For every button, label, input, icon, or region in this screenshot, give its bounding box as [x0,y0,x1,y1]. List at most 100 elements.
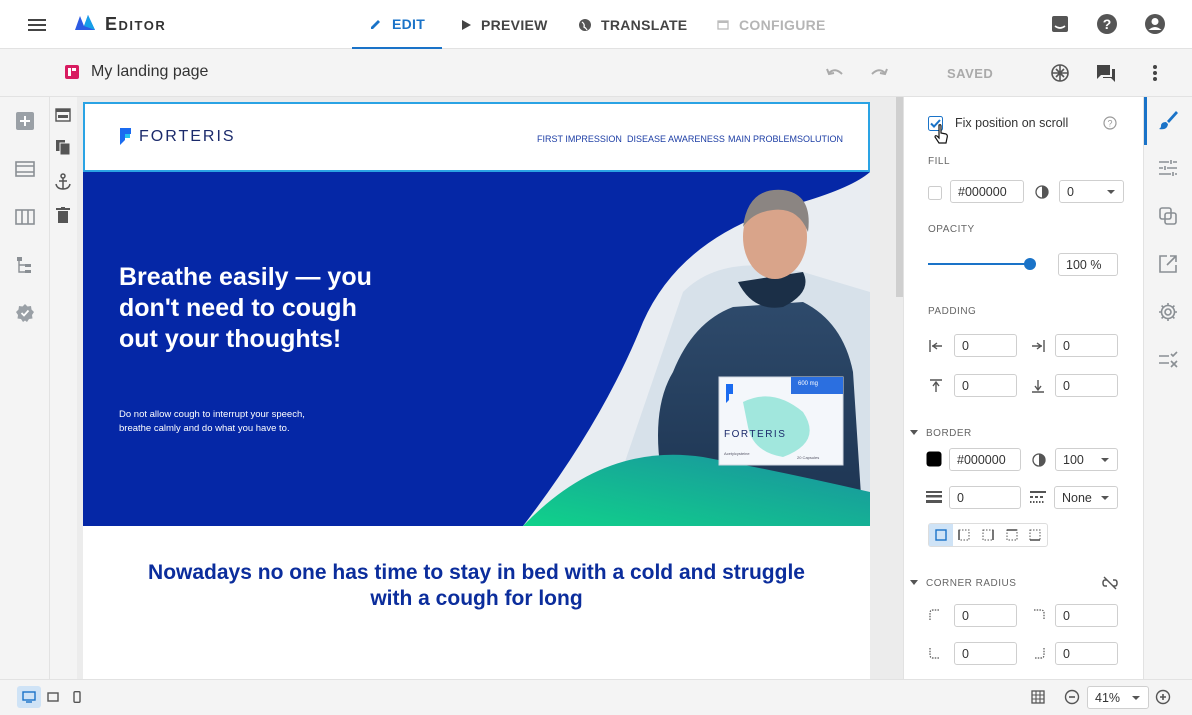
fill-alpha-select[interactable]: 0 [1059,180,1124,203]
rail-active-indicator [1144,97,1147,145]
layers-tree-icon[interactable] [15,255,35,275]
padding-left-input[interactable]: 0 [954,334,1017,357]
fill-label: FILL [928,156,951,167]
padding-left-icon [929,339,943,353]
anchor-icon[interactable] [55,173,71,191]
brand-logo-icon [119,126,133,146]
ai-assistant-icon[interactable] [1049,62,1071,84]
opacity-drop-icon [1035,185,1049,199]
fill-color-swatch[interactable] [928,186,942,200]
nav-link-first-impression[interactable]: FIRST IMPRESSION [537,134,622,144]
device-desktop-icon[interactable] [17,686,41,708]
element-toolbar [50,97,77,679]
zoom-out-icon[interactable] [1064,689,1080,705]
tab-edit[interactable]: EDIT [352,0,442,49]
corner-br-input[interactable]: 0 [1055,642,1118,665]
opacity-label: OPACITY [928,224,975,235]
style-brush-icon[interactable] [1157,109,1179,131]
app-title: Editor [105,14,167,34]
top-bar: Editor EDIT PREVIEW TRANSLATE CONFIGURE … [0,0,1192,49]
saved-status: SAVED [947,66,994,81]
inbox-icon[interactable] [1049,13,1071,35]
opacity-input[interactable]: 100 % [1058,253,1118,276]
left-sidebar [0,97,50,679]
redo-icon[interactable] [869,64,889,82]
corner-bl-input[interactable]: 0 [954,642,1017,665]
product-count: 20 Capsules [797,455,820,460]
unlink-icon[interactable] [1102,576,1118,590]
svg-text:?: ? [1107,119,1112,129]
checklist-icon[interactable] [1157,349,1179,371]
nav-link-main-problemsolution[interactable]: MAIN PROBLEMSOLUTION [728,134,843,144]
corner-tr-input[interactable]: 0 [1055,604,1118,627]
properties-panel: Fix position on scroll ? FILL #000000 0 … [903,97,1143,679]
border-width-icon [926,491,942,505]
product-badge: 600 mg [798,381,819,387]
border-right-icon[interactable] [976,524,1000,546]
corner-tr-icon [1033,609,1045,621]
open-external-icon[interactable] [1157,253,1179,275]
fix-position-label: Fix position on scroll [955,116,1069,130]
corner-tl-input[interactable]: 0 [954,604,1017,627]
fill-color-input[interactable]: #000000 [950,180,1024,203]
border-opacity-drop-icon [1032,453,1046,467]
border-left-icon[interactable] [953,524,977,546]
settings-gear-icon[interactable] [1157,301,1179,323]
link-layers-icon[interactable] [1157,205,1179,227]
help-hint-icon[interactable]: ? [1103,116,1117,130]
device-tablet-icon[interactable] [41,686,65,708]
padding-right-input[interactable]: 0 [1055,334,1118,357]
grid-toggle-icon[interactable] [1031,690,1045,704]
select-parent-icon[interactable] [55,107,71,123]
corner-br-icon [1033,647,1045,659]
padding-top-input[interactable]: 0 [954,374,1017,397]
zoom-in-icon[interactable] [1155,689,1171,705]
hero-title: Breathe easily — you don't need to cough… [119,263,372,353]
border-all-icon[interactable] [929,524,953,546]
border-color-swatch[interactable] [926,451,942,467]
verified-badge-icon[interactable] [15,303,35,323]
padding-top-icon [929,379,943,393]
corner-collapse-icon[interactable] [910,580,918,586]
bottom-bar: 41% [0,679,1192,715]
tune-sliders-icon[interactable] [1157,157,1179,179]
site-header[interactable]: FORTERIS FIRST IMPRESSION DISEASE AWAREN… [83,102,870,172]
undo-icon[interactable] [825,64,845,82]
tab-translate-label: TRANSLATE [601,16,688,33]
corner-tl-icon [929,609,941,621]
device-phone-icon[interactable] [65,686,89,708]
tab-translate[interactable]: TRANSLATE [578,0,687,49]
more-vert-icon[interactable] [1144,62,1166,84]
padding-bottom-input[interactable]: 0 [1055,374,1118,397]
landing-page-preview: FORTERIS FIRST IMPRESSION DISEASE AWAREN… [83,102,870,702]
zoom-value: 41% [1095,690,1121,705]
tab-preview[interactable]: PREVIEW [460,0,548,49]
add-block-icon[interactable] [15,111,35,131]
account-icon[interactable] [1144,13,1166,35]
hero-section[interactable]: 600 mg FORTERIS Acetylcysteine 20 Capsul… [83,172,870,526]
product-name: FORTERIS [724,429,787,440]
menu-icon[interactable] [26,14,48,36]
delete-icon[interactable] [56,207,70,223]
nav-link-disease-awareness[interactable]: DISEASE AWARENESS [627,134,725,144]
border-width-input[interactable]: 0 [949,486,1021,509]
page-title: My landing page [91,63,209,80]
section-awareness[interactable]: Nowadays no one has time to stay in bed … [83,526,870,702]
border-top-icon[interactable] [1000,524,1024,546]
border-color-input[interactable]: #000000 [949,448,1021,471]
canvas-scrollbar[interactable] [896,97,903,297]
sections-icon[interactable] [15,159,35,179]
opacity-slider-thumb[interactable] [1024,258,1036,270]
border-collapse-icon[interactable] [910,430,918,436]
padding-label: PADDING [928,306,977,317]
border-alpha-select[interactable]: 100 [1055,448,1118,471]
opacity-slider-track[interactable] [928,263,1032,265]
help-icon[interactable]: ? [1096,13,1118,35]
zoom-select[interactable]: 41% [1087,686,1149,709]
border-style-select[interactable]: None [1054,486,1118,509]
comments-icon[interactable] [1095,62,1117,84]
duplicate-icon[interactable] [55,139,71,155]
columns-icon[interactable] [15,207,35,227]
border-bottom-icon[interactable] [1023,524,1047,546]
tab-preview-label: PREVIEW [481,16,548,33]
